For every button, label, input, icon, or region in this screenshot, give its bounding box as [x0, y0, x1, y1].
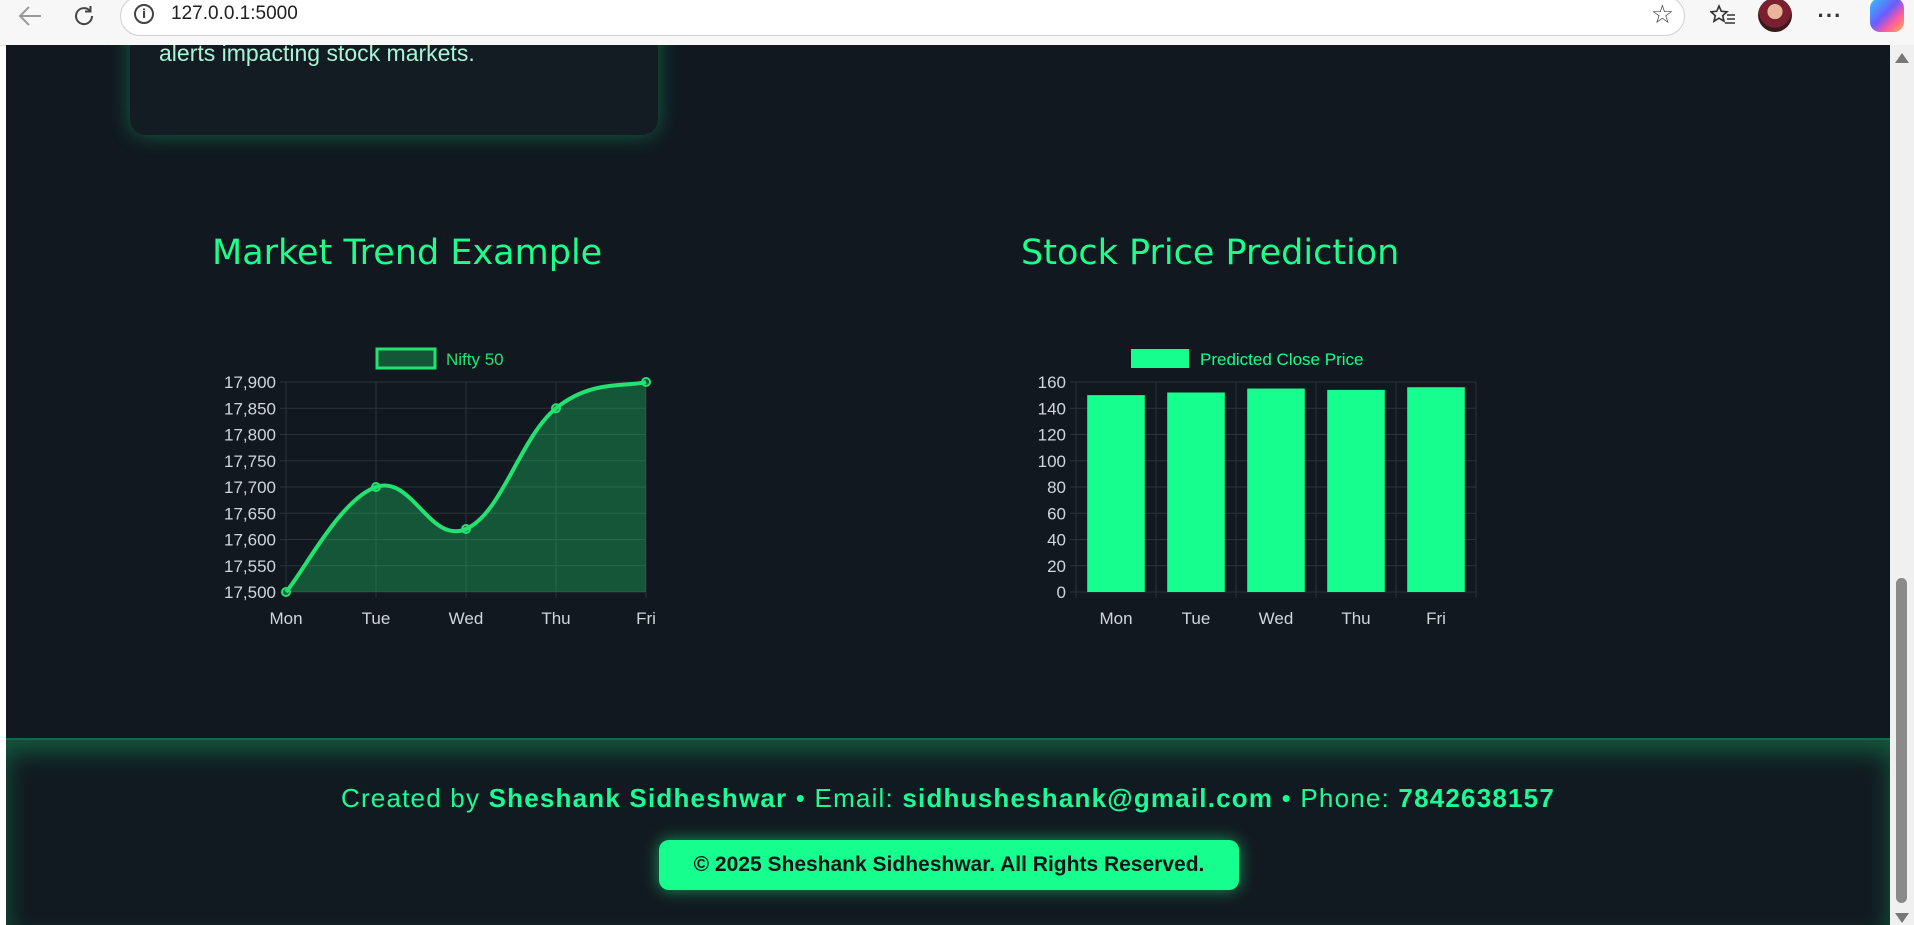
x-tick-label: Mon [269, 609, 302, 628]
y-tick-label: 17,850 [224, 399, 276, 418]
browser-toolbar: i 127.0.0.1:5000 ☆ ··· [0, 0, 1914, 46]
reload-icon[interactable] [64, 0, 104, 32]
y-tick-label: 20 [1047, 557, 1066, 576]
feature-card: alerts impacting stock markets. [130, 45, 658, 135]
vertical-scrollbar[interactable] [1890, 45, 1914, 925]
bar [1407, 387, 1465, 592]
x-tick-label: Wed [449, 609, 484, 628]
x-tick-label: Mon [1099, 609, 1132, 628]
x-tick-label: Thu [541, 609, 570, 628]
market-trend-chart: 17,500 17,550 17,600 17,650 17,700 17,750 17,8… [224, 347, 656, 628]
y-tick-label: 60 [1047, 504, 1066, 523]
scroll-down-arrow-icon[interactable] [1895, 913, 1909, 923]
x-tick-label: Tue [362, 609, 391, 628]
y-tick-label: 17,700 [224, 478, 276, 497]
page-content: alerts impacting stock markets. Market T… [6, 45, 1890, 925]
scrollbar-thumb[interactable] [1896, 578, 1907, 903]
y-tick-label: 17,600 [224, 531, 276, 550]
stock-prediction-chart: 0 20 40 60 80 100 120 140 160 Mon Tue Wed Thu Fri Pred… [1038, 349, 1477, 628]
legend-swatch [375, 347, 437, 370]
x-tick-label: Fri [1426, 609, 1446, 628]
x-tick-label: Thu [1341, 609, 1370, 628]
feature-card-text: alerts impacting stock markets. [159, 45, 475, 66]
bar [1087, 395, 1145, 592]
author-name: Sheshank Sidheshwar [488, 783, 788, 813]
y-tick-label: 17,500 [224, 583, 276, 602]
y-tick-label: 0 [1057, 583, 1066, 602]
y-tick-label: 17,800 [224, 426, 276, 445]
phone-label: • Phone: [1273, 783, 1399, 813]
y-tick-label: 17,750 [224, 452, 276, 471]
y-tick-label: 17,900 [224, 373, 276, 392]
more-options-icon[interactable]: ··· [1812, 0, 1848, 32]
data-point [551, 403, 561, 414]
site-info-icon[interactable]: i [134, 4, 154, 24]
legend-label: Nifty 50 [446, 350, 504, 369]
y-tick-label: 17,650 [224, 504, 276, 523]
created-by-label: Created by [340, 783, 489, 813]
bar [1327, 389, 1385, 592]
address-bar[interactable]: i 127.0.0.1:5000 ☆ [120, 0, 1685, 36]
stock-prediction-title: Stock Price Prediction [1021, 233, 1400, 273]
legend-swatch [1131, 349, 1189, 368]
email-label: • Email: [787, 783, 903, 813]
y-tick-label: 17,550 [224, 557, 276, 576]
y-tick-label: 120 [1038, 426, 1066, 445]
data-point [371, 482, 381, 492]
back-arrow-icon[interactable] [10, 0, 50, 32]
y-tick-label: 160 [1038, 373, 1066, 392]
data-point [641, 377, 651, 387]
y-tick-label: 100 [1038, 452, 1066, 471]
x-tick-label: Wed [1259, 609, 1294, 628]
scroll-up-arrow-icon[interactable] [1895, 53, 1909, 63]
y-tick-label: 140 [1038, 399, 1066, 418]
author-email: sidhusheshank@gmail.com [902, 783, 1274, 813]
legend-label: Predicted Close Price [1200, 350, 1363, 369]
y-tick-label: 80 [1047, 478, 1066, 497]
favorites-list-icon[interactable] [1706, 0, 1740, 32]
copilot-icon[interactable] [1870, 0, 1904, 32]
footer: Created by Sheshank Sidheshwar • Email: … [6, 738, 1890, 925]
copyright-badge: © 2025 Sheshank Sidheshwar. All Rights R… [659, 840, 1239, 890]
x-tick-label: Tue [1182, 609, 1211, 628]
data-point [461, 524, 471, 534]
footer-contact-line: Created by Sheshank Sidheshwar • Email: … [6, 783, 1890, 814]
bar [1247, 388, 1305, 592]
address-bar-url[interactable]: 127.0.0.1:5000 [171, 3, 298, 25]
profile-avatar[interactable] [1758, 0, 1792, 32]
data-point [281, 587, 291, 597]
author-phone: 7842638157 [1398, 783, 1556, 813]
favorite-star-icon[interactable]: ☆ [1651, 0, 1674, 30]
y-tick-label: 40 [1047, 531, 1066, 550]
bar [1167, 392, 1225, 592]
x-tick-label: Fri [636, 609, 656, 628]
market-trend-title: Market Trend Example [212, 233, 603, 273]
